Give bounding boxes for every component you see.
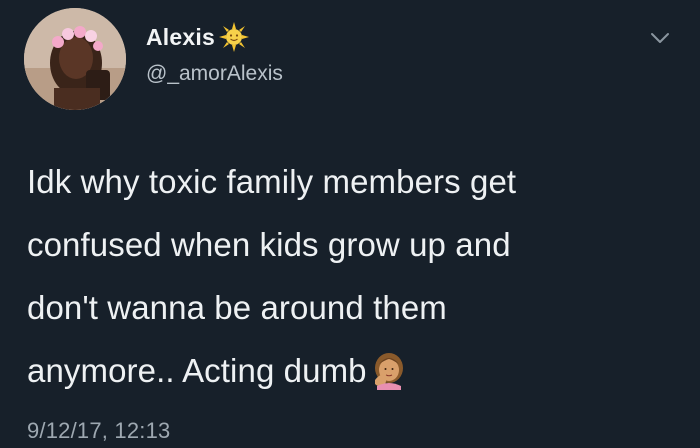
chevron-down-icon[interactable] (648, 28, 672, 48)
tweet-card: Alexis @_amorAlexis Idk why toxic family… (0, 0, 700, 448)
avatar-image (24, 8, 126, 110)
author-handle[interactable]: @_amorAlexis (146, 62, 283, 86)
tweet-line-text: anymore.. Acting dumb (27, 352, 367, 389)
sun-with-face-icon (218, 22, 249, 52)
facepalm-icon (369, 347, 409, 390)
tweet-body: Idk why toxic family members get confuse… (27, 150, 687, 402)
tweet-line-last: anymore.. Acting dumb (27, 339, 687, 402)
author-name-row: Alexis (146, 22, 249, 52)
avatar[interactable] (24, 8, 126, 110)
tweet-line: Idk why toxic family members get (27, 163, 517, 200)
tweet-timestamp[interactable]: 9/12/17, 12:13 (27, 418, 170, 444)
tweet-line: confused when kids grow up and (27, 226, 511, 263)
display-name[interactable]: Alexis (146, 24, 215, 51)
tweet-line: don't wanna be around them (27, 289, 447, 326)
